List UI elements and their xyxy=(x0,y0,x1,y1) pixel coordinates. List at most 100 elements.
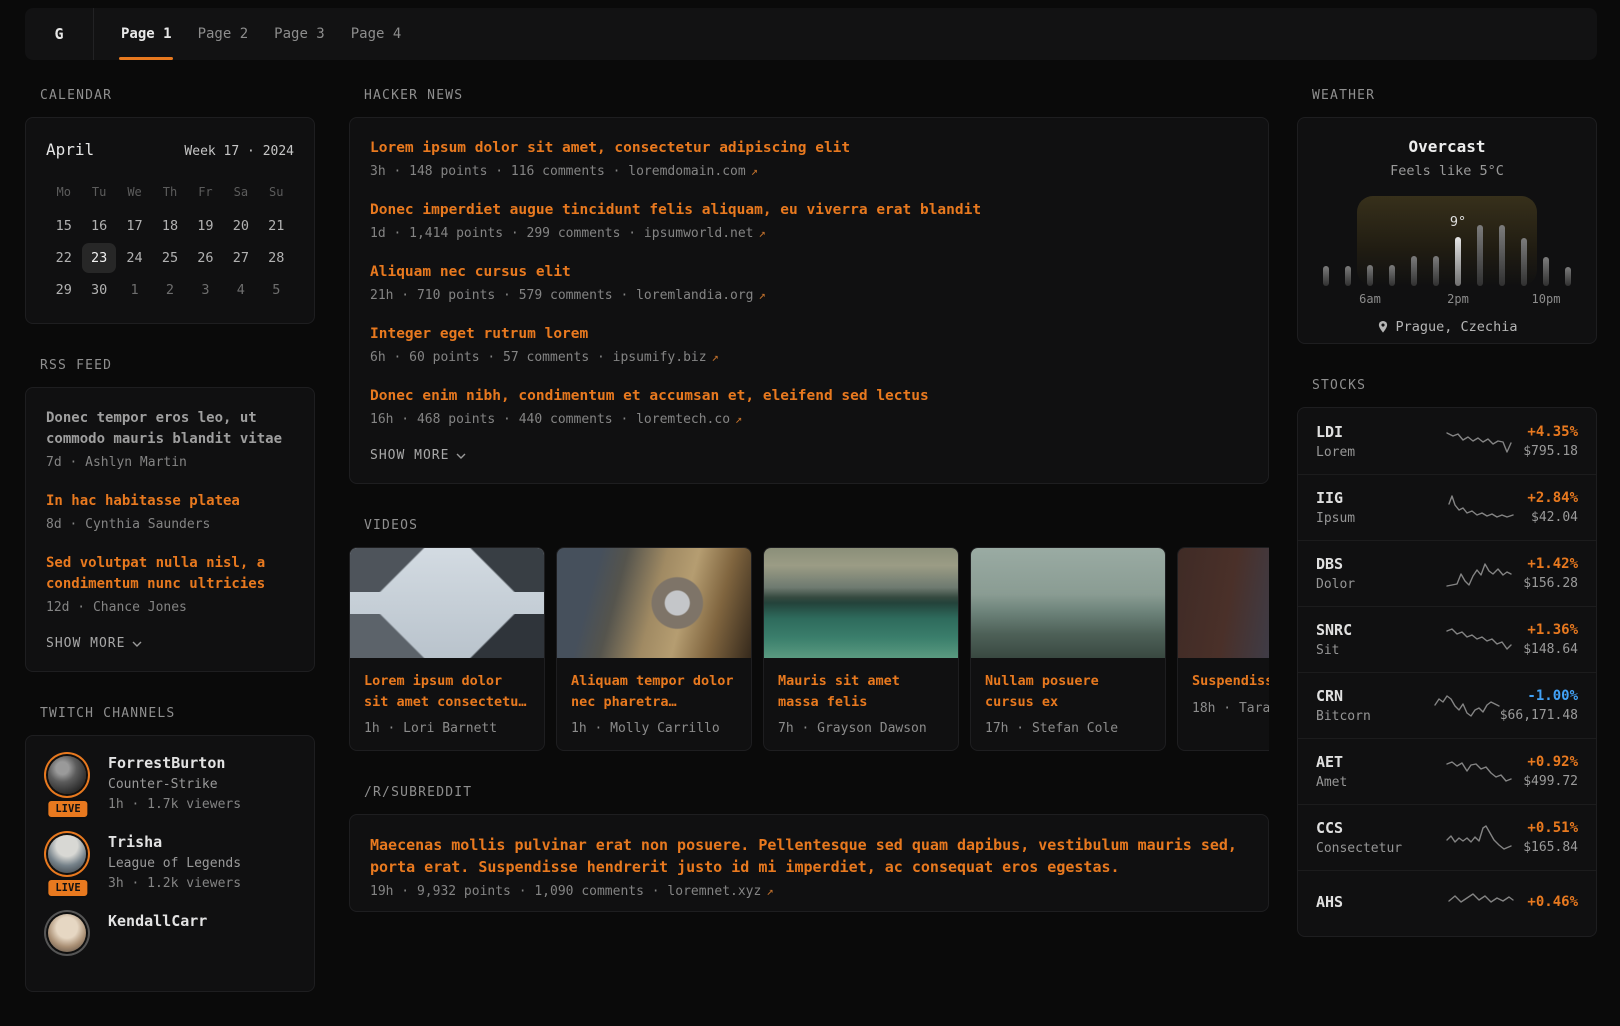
video-title[interactable]: Nullam posuere cursus ex xyxy=(985,671,1151,712)
hackernews-item: Lorem ipsum dolor sit amet, consectetur … xyxy=(370,138,1248,179)
calendar-day: 26 xyxy=(188,243,223,273)
calendar-day: 17 xyxy=(117,211,152,241)
stock-values: +1.42% $156.28 xyxy=(1523,556,1578,591)
twitch-channel[interactable]: LIVETrishaLeague of Legends3h · 1.2k vie… xyxy=(44,831,296,891)
hackernews-item: Donec enim nibh, condimentum et accumsan… xyxy=(370,386,1248,427)
calendar-weekday-row: MoTuWeThFrSaSu xyxy=(46,185,294,199)
video-thumbnail xyxy=(764,548,958,658)
rss-show-more-button[interactable]: SHOW MORE xyxy=(46,636,142,651)
video-thumbnail xyxy=(1178,548,1269,658)
video-title[interactable]: Lorem ipsum dolor sit amet consectetu… xyxy=(364,671,530,712)
stock-sparkline xyxy=(1434,823,1523,853)
twitch-channel[interactable]: LIVEForrestBurtonCounter-Strike1h · 1.7k… xyxy=(44,752,296,812)
hackernews-item-meta: 16h · 468 points · 440 comments · loremt… xyxy=(370,412,1248,427)
weather-feels-like: Feels like 5°C xyxy=(1298,163,1596,179)
calendar-weekday: We xyxy=(117,185,152,199)
calendar-section-label: CALENDAR xyxy=(40,88,315,103)
weather-widget: WEATHER Overcast Feels like 5°C 9° 6am2p… xyxy=(1297,88,1597,344)
hackernews-item-title[interactable]: Lorem ipsum dolor sit amet, consectetur … xyxy=(370,138,1248,159)
twitch-channel[interactable]: KendallCarr xyxy=(44,910,296,956)
videos-carousel: Lorem ipsum dolor sit amet consectetu… 1h… xyxy=(349,547,1269,751)
video-card[interactable]: Aliquam tempor dolor nec pharetra… 1h · M… xyxy=(556,547,752,751)
stock-row-ccs[interactable]: CCSConsectetur+0.51%$165.84 xyxy=(1298,804,1596,870)
stock-row-ahs[interactable]: AHS+0.46% xyxy=(1298,870,1596,936)
twitch-channel-name: Trisha xyxy=(108,833,241,851)
weather-card: Overcast Feels like 5°C 9° 6am2pm10pm Pr… xyxy=(1297,117,1597,344)
calendar-day: 18 xyxy=(152,211,187,241)
hackernews-item-title[interactable]: Integer eget rutrum lorem xyxy=(370,324,1248,345)
rss-item-title[interactable]: Donec tempor eros leo, ut commodo mauris… xyxy=(46,408,294,450)
video-thumbnail xyxy=(971,548,1165,658)
external-link-arrow: ↗ xyxy=(712,350,719,364)
active-tab-underline xyxy=(119,57,173,60)
hackernews-item-meta-text: 3h · 148 points · 116 comments · loremdo… xyxy=(370,164,746,179)
avatar xyxy=(48,756,86,794)
rss-item-title[interactable]: In hac habitasse platea xyxy=(46,491,294,512)
videos-section-label: VIDEOS xyxy=(364,518,1269,533)
external-link-arrow: ↗ xyxy=(759,288,766,302)
stock-price: $795.18 xyxy=(1523,444,1578,459)
stock-sparkline xyxy=(1434,625,1523,655)
stock-info: SNRCSit xyxy=(1316,621,1434,658)
weather-location: Prague, Czechia xyxy=(1298,319,1596,335)
weather-section-label: WEATHER xyxy=(1312,88,1597,103)
twitch-avatar-wrap: LIVE xyxy=(44,752,92,812)
stock-row-iig[interactable]: IIGIpsum+2.84%$42.04 xyxy=(1298,474,1596,540)
video-card[interactable]: Mauris sit amet massa felis7h · Grayson … xyxy=(763,547,959,751)
weather-time-labels: 6am2pm10pm xyxy=(1323,292,1571,306)
video-title[interactable]: Suspendisse diam xyxy=(1192,671,1269,692)
stock-price: $66,171.48 xyxy=(1500,708,1578,723)
hackernews-item-meta-text: 1d · 1,414 points · 299 comments · ipsum… xyxy=(370,226,754,241)
stock-row-snrc[interactable]: SNRCSit +1.36%$148.64 xyxy=(1298,606,1596,672)
stock-ticker: CCS xyxy=(1316,819,1434,837)
external-link-arrow: ↗ xyxy=(735,412,742,426)
calendar-weekday: Sa xyxy=(223,185,258,199)
stock-values: +1.36%$148.64 xyxy=(1523,622,1578,657)
hackernews-item-title[interactable]: Donec enim nibh, condimentum et accumsan… xyxy=(370,386,1248,407)
hackernews-section-label: HACKER NEWS xyxy=(364,88,1269,103)
stock-row-crn[interactable]: CRNBitcorn-1.00%$66,171.48 xyxy=(1298,672,1596,738)
hackernews-item-title[interactable]: Aliquam nec cursus elit xyxy=(370,262,1248,283)
subreddit-post-title[interactable]: Maecenas mollis pulvinar erat non posuer… xyxy=(370,835,1248,878)
weather-time-label: 2pm xyxy=(1447,292,1469,306)
tab-page-3[interactable]: Page 3 xyxy=(261,8,338,60)
calendar-day: 20 xyxy=(223,211,258,241)
video-title[interactable]: Mauris sit amet massa felis xyxy=(778,671,944,712)
hackernews-show-more-button[interactable]: SHOW MORE xyxy=(370,448,466,463)
video-meta: 17h · Stefan Cole xyxy=(985,721,1151,736)
twitch-avatar-wrap xyxy=(44,910,92,956)
stock-price: $156.28 xyxy=(1523,576,1578,591)
tab-page-1[interactable]: Page 1 xyxy=(108,8,185,60)
calendar-day-selected: 23 xyxy=(82,243,116,273)
external-link-arrow: ↗ xyxy=(751,164,758,178)
hackernews-item-title[interactable]: Donec imperdiet augue tincidunt felis al… xyxy=(370,200,1248,221)
stock-ticker: AET xyxy=(1316,753,1434,771)
rss-item-title[interactable]: Sed volutpat nulla nisl, a condimentum n… xyxy=(46,553,294,595)
stock-change: +1.42% xyxy=(1523,556,1578,572)
stock-name: Sit xyxy=(1316,643,1434,658)
stock-row-ldi[interactable]: LDILorem+4.35%$795.18 xyxy=(1298,408,1596,474)
tab-page-2[interactable]: Page 2 xyxy=(185,8,262,60)
twitch-channel-name: ForrestBurton xyxy=(108,754,241,772)
tab-page-4[interactable]: Page 4 xyxy=(338,8,415,60)
stock-change: +2.84% xyxy=(1527,490,1578,506)
hackernews-item: Aliquam nec cursus elit21h · 710 points … xyxy=(370,262,1248,303)
stock-price: $165.84 xyxy=(1523,840,1578,855)
video-card[interactable]: Nullam posuere cursus ex 17h · Stefan Col… xyxy=(970,547,1166,751)
calendar-day: 2 xyxy=(152,275,187,305)
stock-row-dbs[interactable]: DBSDolor+1.42%$156.28 xyxy=(1298,540,1596,606)
weather-hourly-chart: 9° xyxy=(1323,196,1571,286)
video-card[interactable]: Lorem ipsum dolor sit amet consectetu…1h… xyxy=(349,547,545,751)
twitch-channel-game: Counter-Strike xyxy=(108,777,241,792)
video-card[interactable]: Suspendisse diam18h · Tara xyxy=(1177,547,1269,751)
hackernews-item-meta: 6h · 60 points · 57 comments · ipsumify.… xyxy=(370,350,1248,365)
hackernews-item: Integer eget rutrum lorem 6h · 60 points … xyxy=(370,324,1248,365)
calendar-card: April Week 17 · 2024 MoTuWeThFrSaSu 1516… xyxy=(25,117,315,324)
hackernews-item-meta-text: 16h · 468 points · 440 comments · loremt… xyxy=(370,412,730,427)
video-thumbnail xyxy=(350,548,544,658)
video-meta: 1h · Molly Carrillo xyxy=(571,721,737,736)
video-title[interactable]: Aliquam tempor dolor nec pharetra… xyxy=(571,671,737,712)
hackernews-item-meta: 1d · 1,414 points · 299 comments · ipsum… xyxy=(370,226,1248,241)
stock-row-aet[interactable]: AETAmet+0.92%$499.72 xyxy=(1298,738,1596,804)
stock-info: LDILorem xyxy=(1316,423,1434,460)
